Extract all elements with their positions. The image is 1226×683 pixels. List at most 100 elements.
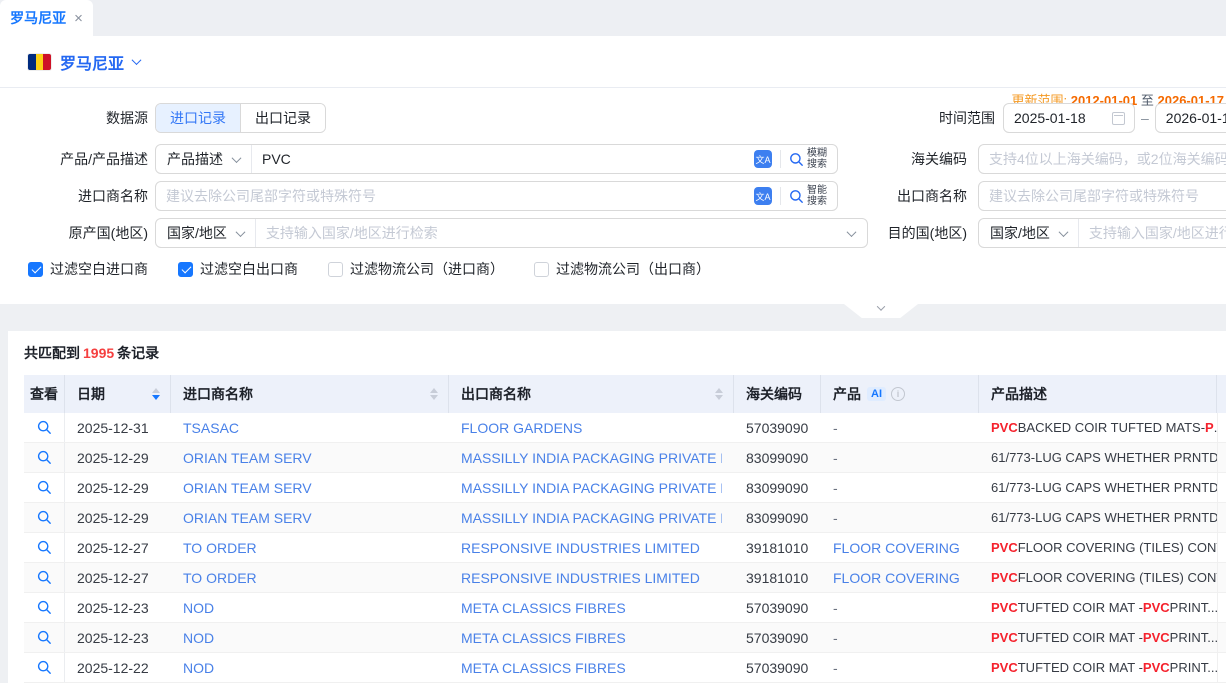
sort-asc-icon[interactable]	[430, 388, 438, 393]
checkbox-checked-icon[interactable]	[178, 262, 193, 277]
hs-code-cell: 83099090	[734, 503, 821, 532]
sort-asc-icon[interactable]	[715, 388, 723, 393]
tab-close-icon[interactable]: ×	[74, 11, 83, 26]
exporter-sorter[interactable]	[715, 388, 723, 400]
filter-checkbox-1[interactable]: 过滤空白出口商	[178, 259, 298, 279]
row-search-icon[interactable]	[37, 420, 52, 435]
date-start-value[interactable]	[1004, 104, 1112, 132]
row-search-icon[interactable]	[37, 510, 52, 525]
exporter-link[interactable]: MASSILLY INDIA PACKAGING PRIVATE LIMI...	[461, 450, 722, 466]
hs-code-cell: 39181010	[734, 533, 821, 562]
translate-icon[interactable]: 文A	[754, 187, 772, 205]
importer-link[interactable]: ORIAN TEAM SERV	[183, 450, 312, 466]
origin-country-box: 国家/地区	[155, 218, 868, 248]
date-end-input[interactable]	[1155, 103, 1226, 133]
desc-segment: TUFTED COIR MAT -	[1018, 630, 1143, 645]
row-search-icon[interactable]	[37, 450, 52, 465]
info-icon[interactable]: i	[891, 387, 905, 401]
date-sorter[interactable]	[152, 388, 160, 400]
exporter-link[interactable]: META CLASSICS FIBRES	[461, 660, 626, 676]
sort-desc-icon[interactable]	[152, 395, 160, 400]
importer-link[interactable]: NOD	[183, 660, 214, 676]
checkbox-checked-icon[interactable]	[28, 262, 43, 277]
exporter-link[interactable]: RESPONSIVE INDUSTRIES LIMITED	[461, 570, 700, 586]
product-link[interactable]: FLOOR COVERING	[833, 540, 960, 556]
row-search-icon[interactable]	[37, 480, 52, 495]
exporter-link[interactable]: RESPONSIVE INDUSTRIES LIMITED	[461, 540, 700, 556]
row-search-icon[interactable]	[37, 660, 52, 675]
chevron-down-icon[interactable]	[132, 55, 142, 65]
product-empty: -	[833, 630, 838, 646]
product-field-select[interactable]: 产品描述	[156, 145, 251, 173]
destination-country-select[interactable]: 国家/地区	[979, 219, 1078, 247]
description-cell: 61/773-LUG CAPS WHETHER PRNTD...	[979, 443, 1217, 472]
importer-name-input[interactable]	[156, 182, 746, 210]
hs-code-cell: 57039090	[734, 623, 821, 652]
exporter-link[interactable]: FLOOR GARDENS	[461, 420, 582, 436]
import-records-button[interactable]: 进口记录	[156, 104, 240, 132]
summary-prefix: 共匹配到	[24, 345, 80, 361]
checkbox-unchecked-icon[interactable]	[534, 262, 549, 277]
product-empty: -	[833, 660, 838, 676]
sort-desc-icon[interactable]	[430, 395, 438, 400]
row-search-icon[interactable]	[37, 570, 52, 585]
importer-search-box: 文A 智能搜索	[155, 181, 838, 211]
sort-desc-icon[interactable]	[715, 395, 723, 400]
importer-link[interactable]: ORIAN TEAM SERV	[183, 510, 312, 526]
filter-checkbox-2[interactable]: 过滤物流公司（进口商）	[328, 259, 504, 279]
view-cell	[24, 413, 65, 442]
importer-link[interactable]: TSASAC	[183, 420, 239, 436]
records-table: 查看 日期 进口商名称 出口商名称 海关编码 产品 AI i	[24, 375, 1226, 683]
exporter-link[interactable]: MASSILLY INDIA PACKAGING PRIVATE LIMI...	[461, 480, 722, 496]
origin-country-input[interactable]	[256, 219, 848, 247]
export-records-button[interactable]: 出口记录	[240, 104, 325, 132]
sort-asc-icon[interactable]	[152, 388, 160, 393]
filter-row-importer: 进口商名称 文A 智能搜索 出口商名称	[0, 181, 1226, 211]
importer-sorter[interactable]	[430, 388, 438, 400]
country-name[interactable]: 罗马尼亚	[60, 50, 124, 74]
importer-link[interactable]: NOD	[183, 600, 214, 616]
filter-checkbox-3[interactable]: 过滤物流公司（出口商）	[534, 259, 710, 279]
smart-search-button[interactable]: 智能搜索	[789, 185, 829, 207]
view-cell	[24, 533, 65, 562]
importer-link[interactable]: TO ORDER	[183, 540, 257, 556]
row-search-icon[interactable]	[37, 540, 52, 555]
filter-checkbox-0[interactable]: 过滤空白进口商	[28, 259, 148, 279]
date-end-value[interactable]	[1156, 104, 1226, 132]
exporter-name-field[interactable]	[979, 182, 1226, 210]
translate-icon[interactable]: 文A	[754, 150, 772, 168]
product-link[interactable]: FLOOR COVERING	[833, 570, 960, 586]
exporter-link[interactable]: META CLASSICS FIBRES	[461, 600, 626, 616]
col-importer[interactable]: 进口商名称	[171, 375, 449, 413]
table-row: 2025-12-23NODMETA CLASSICS FIBRES5703909…	[24, 593, 1226, 623]
filter-row-datasource: 数据源 进口记录 出口记录 时间范围 –	[0, 103, 1226, 133]
exporter-input[interactable]	[978, 181, 1226, 211]
exporter-link[interactable]: MASSILLY INDIA PACKAGING PRIVATE LIMI...	[461, 510, 722, 526]
desc-segment: PVC	[991, 420, 1018, 435]
date-start-input[interactable]	[1003, 103, 1135, 133]
destination-country-input[interactable]	[1079, 219, 1226, 247]
row-search-icon[interactable]	[37, 630, 52, 645]
product-search-box: 产品描述 文A 模糊搜索	[155, 144, 838, 174]
tab-romania[interactable]: 罗马尼亚 ×	[0, 0, 93, 36]
exporter-link[interactable]: META CLASSICS FIBRES	[461, 630, 626, 646]
tab-bar: 罗马尼亚 ×	[0, 0, 1226, 36]
search-icon	[789, 152, 804, 167]
importer-link[interactable]: TO ORDER	[183, 570, 257, 586]
fuzzy-search-button[interactable]: 模糊搜索	[789, 148, 829, 170]
origin-label: 原产国(地区)	[0, 223, 148, 243]
col-date[interactable]: 日期	[65, 375, 171, 413]
description-cell: PVC FLOOR COVERING (TILES) CONT...	[979, 533, 1217, 562]
hs-code-input[interactable]	[978, 144, 1226, 174]
product-keyword-input[interactable]	[252, 145, 746, 173]
col-exporter[interactable]: 出口商名称	[449, 375, 734, 413]
importer-link[interactable]: NOD	[183, 630, 214, 646]
collapse-filter-button[interactable]	[844, 304, 918, 318]
importer-link[interactable]: ORIAN TEAM SERV	[183, 480, 312, 496]
origin-country-select[interactable]: 国家/地区	[156, 219, 255, 247]
row-search-icon[interactable]	[37, 600, 52, 615]
hs-code-field[interactable]	[979, 145, 1226, 173]
table-row: 2025-12-29ORIAN TEAM SERVMASSILLY INDIA …	[24, 473, 1226, 503]
checkbox-unchecked-icon[interactable]	[328, 262, 343, 277]
view-cell	[24, 593, 65, 622]
